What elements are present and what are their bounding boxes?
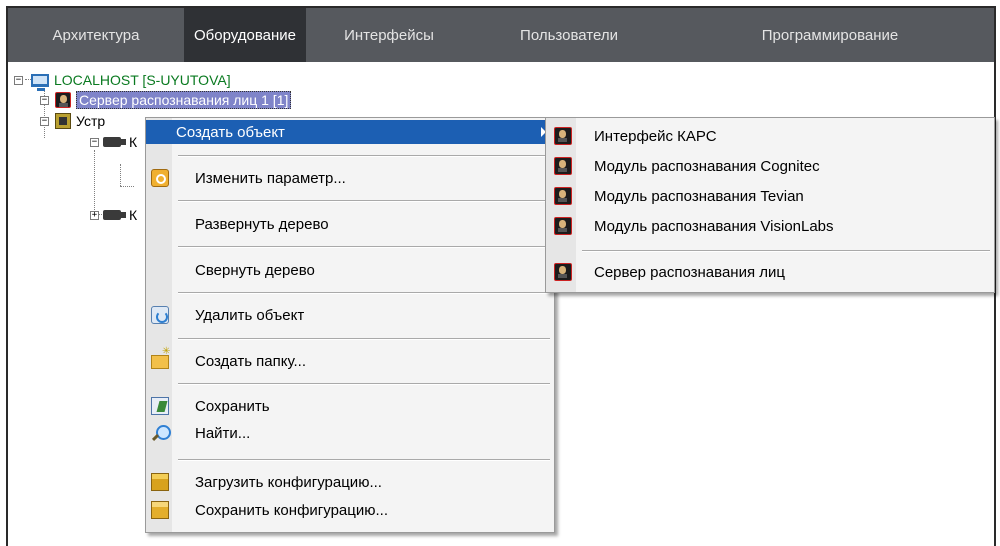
save-config-icon: [151, 501, 169, 519]
tab-interfaces[interactable]: Интерфейсы: [306, 8, 472, 62]
menu-item-save-config[interactable]: Сохранить конфигурацию...: [146, 498, 554, 522]
recycle-bin-icon: [151, 306, 169, 324]
monitor-icon: [31, 73, 49, 91]
collapse-toggle-icon[interactable]: −: [14, 75, 23, 85]
menu-separator: [178, 338, 550, 340]
face-server-icon: [55, 92, 71, 108]
magnifier-icon: [151, 424, 171, 442]
menu-item-edit-parameter[interactable]: Изменить параметр...: [146, 166, 554, 190]
menu-item-find[interactable]: Найти...: [146, 421, 554, 445]
submenu-separator: [582, 250, 990, 252]
camera-icon: [103, 210, 126, 220]
menu-separator: [178, 292, 550, 294]
menu-item-label: Создать объект: [176, 123, 285, 141]
face-module-icon: [554, 157, 572, 175]
menu-item-load-config[interactable]: Загрузить конфигурацию...: [146, 470, 554, 494]
tree-node-label: LOCALHOST [S-UYUTOVA]: [54, 72, 231, 88]
context-menu: Создать объект Изменить параметр... Разв…: [145, 117, 555, 533]
key-icon: [151, 169, 169, 187]
tree-node-label: Устр: [76, 113, 106, 129]
menu-separator: [178, 200, 550, 202]
face-module-icon: [554, 263, 572, 281]
submenu-item-label: Сервер распознавания лиц: [594, 263, 785, 281]
tree-node-device[interactable]: − Устр: [40, 111, 105, 131]
menu-item-create-object[interactable]: Создать объект: [146, 120, 554, 144]
tab-architecture[interactable]: Архитектура: [8, 8, 184, 62]
collapse-toggle-icon[interactable]: −: [90, 137, 99, 147]
submenu-item-kars-interface[interactable]: Интерфейс КАРС: [546, 122, 994, 150]
menu-item-label: Удалить объект: [195, 306, 305, 324]
menu-item-label: Развернуть дерево: [195, 215, 329, 233]
menu-separator: [178, 459, 550, 461]
tree-node-label: К: [129, 134, 138, 150]
menu-separator: [178, 246, 550, 248]
submenu-item-label: Интерфейс КАРС: [594, 127, 717, 145]
submenu-item-label: Модуль распознавания Tevian: [594, 187, 804, 205]
top-tab-bar: Архитектура Оборудование Интерфейсы Поль…: [8, 8, 994, 62]
menu-item-label: Найти...: [195, 424, 251, 442]
collapse-toggle-icon[interactable]: −: [40, 116, 49, 126]
face-module-icon: [554, 187, 572, 205]
menu-item-label: Свернуть дерево: [195, 261, 315, 279]
chip-icon: [55, 113, 71, 129]
menu-item-save[interactable]: Сохранить: [146, 394, 554, 418]
menu-separator: [178, 383, 550, 385]
tree-node-face-server[interactable]: − Сервер распознавания лиц 1 [1]: [40, 90, 292, 110]
collapse-toggle-icon[interactable]: −: [40, 95, 49, 105]
menu-item-label: Загрузить конфигурацию...: [195, 473, 382, 491]
new-folder-icon: [151, 346, 170, 369]
submenu-item-tevian[interactable]: Модуль распознавания Tevian: [546, 182, 994, 210]
tab-equipment[interactable]: Оборудование: [184, 8, 306, 62]
tree-node-localhost[interactable]: − LOCALHOST [S-UYUTOVA]: [14, 70, 231, 91]
submenu-item-visionlabs[interactable]: Модуль распознавания VisionLabs: [546, 212, 994, 240]
submenu-item-label: Модуль распознавания VisionLabs: [594, 217, 834, 235]
tree-node-label: Сервер распознавания лиц 1 [1]: [76, 91, 292, 109]
expand-toggle-icon[interactable]: +: [90, 210, 99, 220]
menu-separator: [178, 155, 550, 157]
tab-users[interactable]: Пользователи: [472, 8, 666, 62]
menu-item-collapse-tree[interactable]: Свернуть дерево: [146, 258, 554, 282]
submenu-item-label: Модуль распознавания Cognitec: [594, 157, 820, 175]
menu-item-label: Создать папку...: [195, 352, 306, 370]
tree-node-label: К: [129, 207, 138, 223]
create-object-submenu: Интерфейс КАРС Модуль распознавания Cogn…: [545, 117, 995, 293]
camera-icon: [103, 137, 126, 147]
menu-item-create-folder[interactable]: Создать папку...: [146, 346, 554, 373]
face-module-icon: [554, 217, 572, 235]
face-module-icon: [554, 127, 572, 145]
save-icon: [151, 397, 169, 415]
tree-connector: [120, 164, 121, 186]
load-config-icon: [151, 473, 169, 491]
tree-node-camera-1[interactable]: − К: [90, 132, 137, 152]
tree-node-camera-2[interactable]: + К: [90, 205, 137, 225]
menu-item-label: Изменить параметр...: [195, 169, 346, 187]
menu-item-delete-object[interactable]: Удалить объект: [146, 303, 554, 327]
submenu-item-face-server[interactable]: Сервер распознавания лиц: [546, 258, 994, 286]
tab-programming[interactable]: Программирование: [666, 8, 994, 62]
menu-item-expand-tree[interactable]: Развернуть дерево: [146, 212, 554, 236]
tree-connector: [120, 186, 134, 187]
menu-item-label: Сохранить конфигурацию...: [195, 501, 388, 519]
menu-item-label: Сохранить: [195, 397, 270, 415]
submenu-item-cognitec[interactable]: Модуль распознавания Cognitec: [546, 152, 994, 180]
